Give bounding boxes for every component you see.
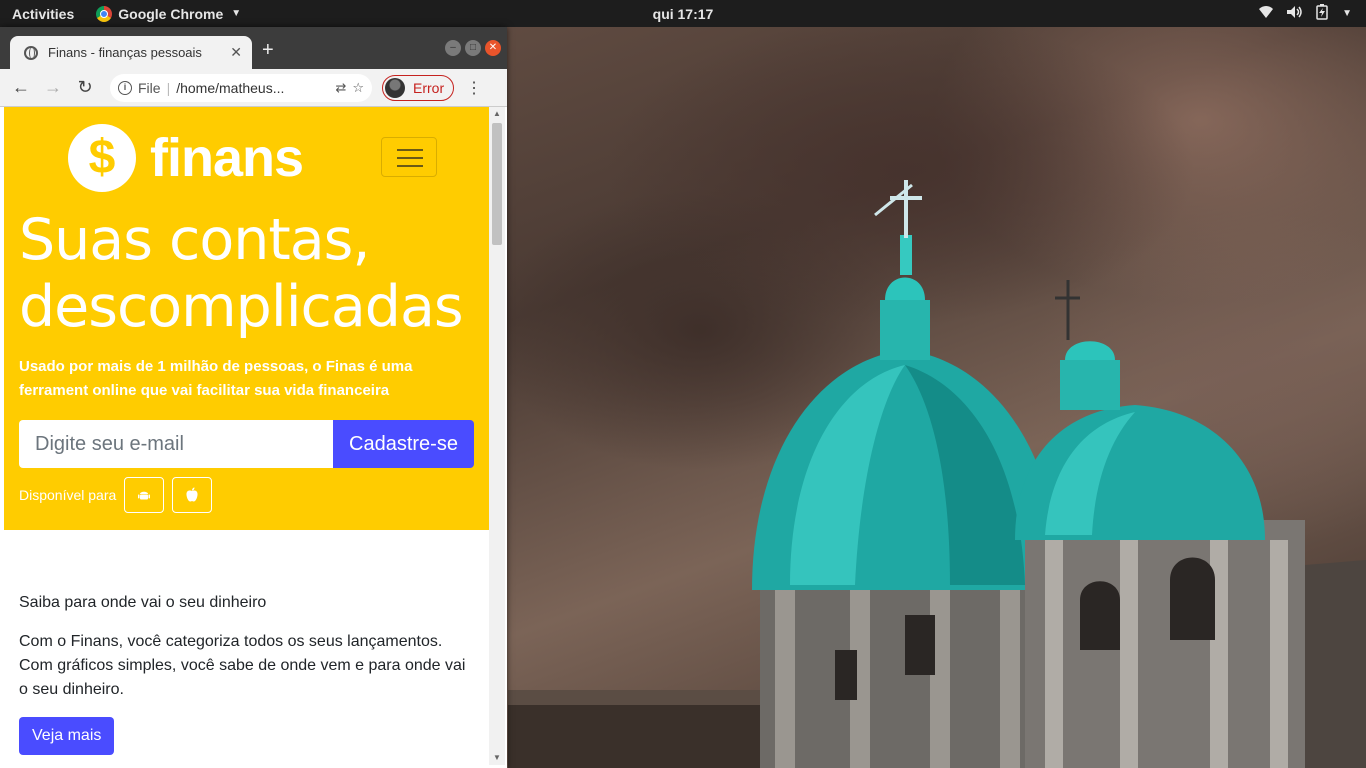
profile-status: Error (413, 79, 445, 96)
section-lead: Saiba para onde vai o seu dinheiro (19, 594, 267, 611)
close-tab-icon[interactable]: ✕ (230, 44, 242, 61)
features-section: Saiba para onde vai o seu dinheiro Com o… (4, 591, 489, 755)
profile-button[interactable]: Error (382, 74, 455, 101)
avatar (385, 77, 405, 98)
see-more-button[interactable]: Veja mais (19, 717, 115, 755)
email-input[interactable]: Digite seu e-mail (19, 420, 333, 468)
scheme-label: File (138, 79, 161, 96)
scrollbar-thumb[interactable] (492, 123, 502, 245)
activities-button[interactable]: Activities (0, 6, 74, 22)
window-controls: – □ ✕ (445, 40, 501, 56)
scroll-up-icon[interactable]: ▲ (489, 107, 505, 121)
minimize-button[interactable]: – (445, 40, 461, 56)
address-bar[interactable]: i File | /home/matheus... ⇄ ☆ (110, 73, 372, 102)
forward-button[interactable]: → (40, 77, 66, 98)
app-menu-label: Google Chrome (118, 5, 224, 22)
info-icon[interactable]: i (118, 80, 132, 95)
tab-strip: Finans - finanças pessoais ✕ + – □ ✕ (0, 27, 507, 69)
hero-headline: Suas contas, descomplicadas (19, 207, 464, 340)
chevron-down-icon: ▼ (231, 8, 242, 19)
available-label: Disponível para (19, 487, 117, 503)
apple-store-button[interactable] (172, 477, 213, 513)
signup-form: Digite seu e-mail Cadastre-se (19, 420, 474, 468)
back-button[interactable]: ← (8, 77, 34, 98)
android-icon (138, 491, 151, 500)
chrome-menu-button[interactable]: ⋮ (466, 78, 482, 98)
available-platforms: Disponível para (19, 477, 213, 513)
hero-subheadline: Usado por mais de 1 milhão de pessoas, o… (19, 358, 413, 399)
android-store-button[interactable] (124, 477, 165, 513)
maximize-button[interactable]: □ (465, 40, 481, 56)
browser-toolbar: ← → ↻ i File | /home/matheus... ⇄ ☆ Erro… (0, 69, 507, 107)
page-viewport: $ finans Suas contas, descomplicadas Usa… (4, 107, 489, 768)
chrome-icon (96, 5, 113, 22)
dollar-coin-icon: $ (68, 124, 136, 192)
volume-icon (1286, 5, 1304, 22)
hero-section: $ finans Suas contas, descomplicadas Usa… (4, 107, 489, 530)
wifi-icon (1258, 5, 1274, 22)
translate-icon[interactable]: ⇄ (335, 80, 346, 96)
reload-button[interactable]: ↻ (72, 77, 98, 98)
page-scrollbar[interactable]: ▲ ▼ (489, 107, 505, 765)
chrome-window: Finans - finanças pessoais ✕ + – □ ✕ ← →… (0, 27, 507, 768)
apple-icon (186, 487, 198, 502)
menu-toggle-button[interactable] (381, 137, 437, 177)
tab-title: Finans - finanças pessoais (48, 45, 202, 60)
app-menu[interactable]: Google Chrome ▼ (96, 5, 242, 22)
new-tab-button[interactable]: + (262, 39, 274, 62)
chevron-down-icon: ▼ (1342, 8, 1352, 19)
browser-tab[interactable]: Finans - finanças pessoais ✕ (10, 36, 252, 69)
scroll-down-icon[interactable]: ▼ (489, 751, 505, 765)
separator: | (166, 79, 171, 96)
close-window-button[interactable]: ✕ (485, 40, 501, 56)
globe-icon (24, 45, 38, 60)
system-tray[interactable]: ▼ (1258, 0, 1352, 27)
signup-button[interactable]: Cadastre-se (333, 420, 474, 468)
url-text[interactable]: /home/matheus... (176, 80, 329, 96)
brand-name: finans (150, 128, 304, 188)
brand-logo[interactable]: $ finans (68, 124, 304, 192)
battery-icon (1316, 4, 1328, 23)
gnome-top-bar: Activities Google Chrome ▼ qui 17:17 ▼ (0, 0, 1366, 27)
star-icon[interactable]: ☆ (352, 80, 364, 96)
section-text: Com o Finans, você categoriza todos os s… (19, 633, 466, 698)
